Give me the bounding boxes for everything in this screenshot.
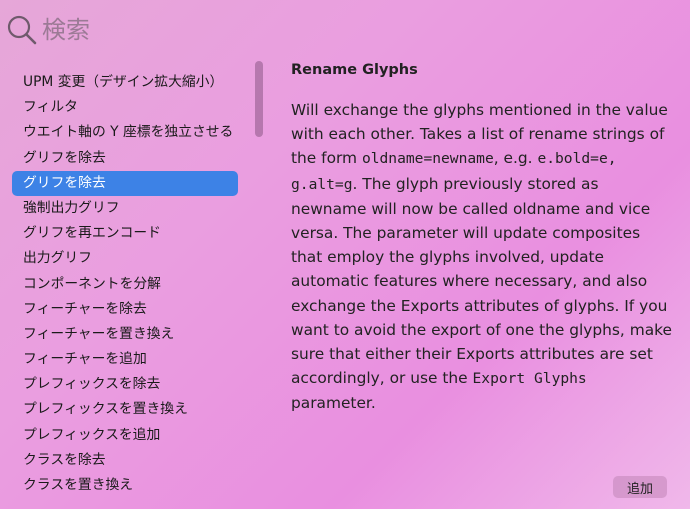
list-item[interactable]: UPM 変更（デザイン拡大縮小） (12, 70, 238, 95)
list-item[interactable]: フィーチャーを追加 (12, 347, 238, 372)
list-item[interactable]: プレフィックスを置き換え (12, 397, 238, 422)
list-item[interactable]: グリフを再エンコード (12, 221, 238, 246)
desc-text: . The glyph previously stored as newname… (291, 174, 672, 388)
parameter-list: UPM 変更（デザイン拡大縮小） フィルタ ウエイト軸の Y 座標を独立させる … (12, 70, 238, 509)
list-scrollbar[interactable] (255, 61, 263, 137)
list-item-selected[interactable]: グリフを除去 (12, 170, 238, 196)
desc-text: , e.g. (493, 149, 538, 168)
list-item[interactable]: 強制出力グリフ (12, 196, 238, 221)
list-item[interactable]: プレフィックスを追加 (12, 423, 238, 448)
desc-code: oldname=newname (361, 150, 494, 168)
list-item[interactable]: フィーチャーを置き換え (12, 322, 238, 347)
desc-text: parameter. (291, 394, 376, 413)
search-icon (7, 15, 37, 45)
list-item[interactable]: グリフを除去 (12, 146, 238, 171)
detail-panel: Rename Glyphs Will exchange the glyphs m… (291, 62, 675, 416)
list-item[interactable]: クラスを置き換え (12, 473, 238, 498)
add-button[interactable]: 追加 (613, 476, 667, 498)
list-item[interactable]: プレフィックスを除去 (12, 372, 238, 397)
list-item[interactable]: フィルタ (12, 95, 238, 120)
list-item[interactable]: ウエイト軸の Y 座標を独立させる (12, 120, 238, 145)
detail-title: Rename Glyphs (291, 62, 418, 78)
search-bar (6, 8, 306, 52)
desc-code: Export Glyphs (472, 370, 587, 388)
list-item[interactable]: コンポーネントを分解 (12, 272, 238, 297)
list-item[interactable]: フィーチャーを除去 (12, 297, 238, 322)
detail-description: Will exchange the glyphs mentioned in th… (291, 98, 675, 416)
list-item[interactable]: 出力グリフ (12, 246, 238, 271)
list-item[interactable]: クラスを除去 (12, 448, 238, 473)
search-input[interactable] (42, 16, 282, 44)
